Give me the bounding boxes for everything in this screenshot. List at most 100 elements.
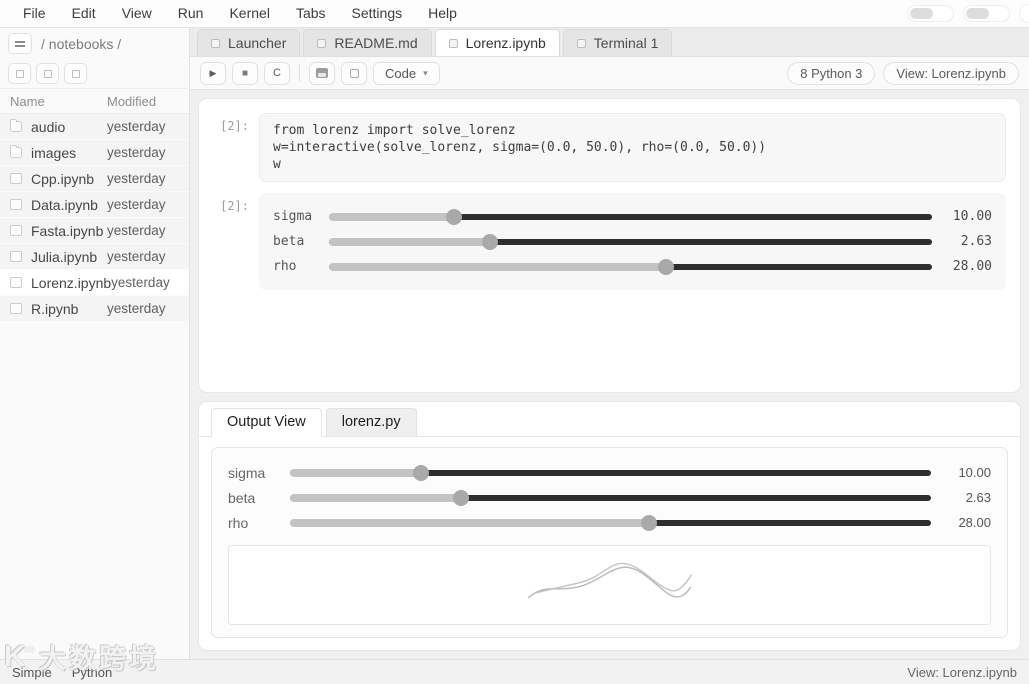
file-browser-toolbar bbox=[0, 59, 189, 89]
square-icon bbox=[16, 70, 24, 78]
tab-icon bbox=[317, 39, 326, 48]
breadcrumb[interactable]: / notebooks / bbox=[41, 36, 121, 52]
file-name: Data.ipynb bbox=[31, 197, 107, 213]
execution-prompt: [2]: bbox=[209, 113, 259, 182]
tab-readme[interactable]: README.md bbox=[303, 29, 431, 56]
file-browser-toggle-button[interactable] bbox=[8, 33, 32, 54]
menu-file[interactable]: File bbox=[10, 0, 59, 27]
column-modified[interactable]: Modified bbox=[107, 94, 179, 109]
slider-handle[interactable] bbox=[658, 259, 674, 275]
slider-label: rho bbox=[273, 259, 319, 274]
tab-icon bbox=[449, 39, 458, 48]
folder-icon bbox=[10, 121, 22, 132]
app-frame: / notebooks / Name Modified audio yester… bbox=[0, 28, 1029, 659]
add-cell-button[interactable] bbox=[341, 62, 367, 85]
notebook-document: [2]: from lorenz import solve_lorenz w=i… bbox=[198, 98, 1021, 393]
notebook-icon bbox=[10, 199, 22, 210]
main-area: Launcher README.md Lorenz.ipynb Terminal… bbox=[190, 28, 1029, 659]
slider-value: 28.00 bbox=[942, 259, 992, 274]
simple-mode-toggle[interactable]: Simple bbox=[12, 665, 52, 680]
sigma-slider[interactable] bbox=[290, 465, 931, 481]
menu-kernel[interactable]: Kernel bbox=[216, 0, 282, 27]
refresh-button[interactable] bbox=[64, 63, 87, 84]
new-folder-button[interactable] bbox=[36, 63, 59, 84]
view-status: View: Lorenz.ipynb bbox=[907, 665, 1017, 680]
toggle-switch-2[interactable] bbox=[963, 5, 1010, 22]
file-row-images[interactable]: images yesterday bbox=[0, 140, 189, 166]
file-row-cpp[interactable]: Cpp.ipynb yesterday bbox=[0, 166, 189, 192]
slider-fill bbox=[290, 494, 461, 502]
beta-slider[interactable] bbox=[329, 234, 932, 250]
slider-handle[interactable] bbox=[446, 209, 462, 225]
tab-icon bbox=[577, 39, 586, 48]
notebook-icon bbox=[10, 303, 22, 314]
column-name[interactable]: Name bbox=[10, 94, 107, 109]
tab-output-view[interactable]: Output View bbox=[211, 408, 322, 436]
code-line: from lorenz import solve_lorenz bbox=[273, 122, 992, 139]
rho-slider[interactable] bbox=[329, 259, 932, 275]
slider-handle[interactable] bbox=[453, 490, 469, 506]
slider-label: sigma bbox=[273, 209, 319, 224]
file-row-data[interactable]: Data.ipynb yesterday bbox=[0, 192, 189, 218]
output-view-body: sigma 10.00 beta bbox=[211, 447, 1008, 638]
menu-settings[interactable]: Settings bbox=[339, 0, 416, 27]
slider-handle[interactable] bbox=[413, 465, 429, 481]
file-row-r[interactable]: R.ipynb yesterday bbox=[0, 296, 189, 322]
restart-kernel-button[interactable]: C bbox=[264, 62, 290, 85]
beta-slider[interactable] bbox=[290, 490, 931, 506]
cell-type-label: Code bbox=[385, 66, 416, 81]
new-launcher-button[interactable] bbox=[8, 63, 31, 84]
menu-help[interactable]: Help bbox=[415, 0, 470, 27]
slider-fill bbox=[290, 469, 421, 477]
slider-value: 28.00 bbox=[941, 515, 991, 530]
file-browser-panel: / notebooks / Name Modified audio yester… bbox=[0, 28, 190, 659]
menu-tabs[interactable]: Tabs bbox=[283, 0, 339, 27]
toggle-switch-1[interactable] bbox=[907, 5, 954, 22]
sigma-slider[interactable] bbox=[329, 209, 932, 225]
tab-label: Output View bbox=[227, 414, 306, 430]
file-row-lorenz[interactable]: Lorenz.ipynb yesterday bbox=[0, 270, 189, 296]
view-badge[interactable]: View: Lorenz.ipynb bbox=[883, 62, 1019, 85]
save-button[interactable] bbox=[309, 62, 335, 85]
tab-terminal[interactable]: Terminal 1 bbox=[563, 29, 673, 56]
restart-icon: C bbox=[273, 67, 281, 79]
sigma-slider-row: sigma 10.00 bbox=[273, 204, 992, 229]
kernel-language-status[interactable]: Python bbox=[72, 665, 112, 680]
kernel-status-badge[interactable]: 8 Python 3 bbox=[787, 62, 875, 85]
run-cell-button[interactable]: ▶ bbox=[200, 62, 226, 85]
tab-lorenz-py[interactable]: lorenz.py bbox=[326, 408, 417, 436]
slider-handle[interactable] bbox=[641, 515, 657, 531]
code-editor[interactable]: from lorenz import solve_lorenz w=intera… bbox=[259, 113, 1006, 182]
menubar-controls bbox=[907, 4, 1029, 23]
cell-type-dropdown[interactable]: Code ▾ bbox=[373, 62, 440, 85]
slider-handle[interactable] bbox=[482, 234, 498, 250]
menu-view[interactable]: View bbox=[109, 0, 165, 27]
file-row-julia[interactable]: Julia.ipynb yesterday bbox=[0, 244, 189, 270]
output-prompt: [2]: bbox=[209, 193, 259, 290]
file-name: Cpp.ipynb bbox=[31, 171, 107, 187]
slider-label: beta bbox=[228, 490, 280, 506]
file-name: images bbox=[31, 145, 107, 161]
slider-value: 2.63 bbox=[941, 490, 991, 505]
slider-fill bbox=[290, 519, 649, 527]
output-view-tab-bar: Output View lorenz.py bbox=[199, 402, 1020, 437]
slider-value: 2.63 bbox=[942, 234, 992, 249]
tab-lorenz-notebook[interactable]: Lorenz.ipynb bbox=[435, 29, 560, 56]
slider-fill bbox=[329, 263, 666, 271]
tab-label: lorenz.py bbox=[342, 414, 401, 430]
interrupt-kernel-button[interactable]: ■ bbox=[232, 62, 258, 85]
folder-icon bbox=[10, 147, 22, 158]
file-row-audio[interactable]: audio yesterday bbox=[0, 114, 189, 140]
lorenz-plot bbox=[228, 545, 991, 625]
notebook-toolbar: ▶ ■ C Code ▾ 8 Python 3 View: Lorenz.ipy… bbox=[190, 57, 1029, 90]
toggle-knob bbox=[910, 8, 933, 19]
tab-launcher[interactable]: Launcher bbox=[197, 29, 300, 56]
file-modified: yesterday bbox=[107, 223, 179, 238]
rho-slider[interactable] bbox=[290, 515, 931, 531]
circle-button[interactable] bbox=[1019, 4, 1029, 23]
square-icon bbox=[72, 70, 80, 78]
menu-edit[interactable]: Edit bbox=[59, 0, 109, 27]
menu-run[interactable]: Run bbox=[165, 0, 217, 27]
file-row-fasta[interactable]: Fasta.ipynb yesterday bbox=[0, 218, 189, 244]
code-line: w bbox=[273, 156, 992, 173]
